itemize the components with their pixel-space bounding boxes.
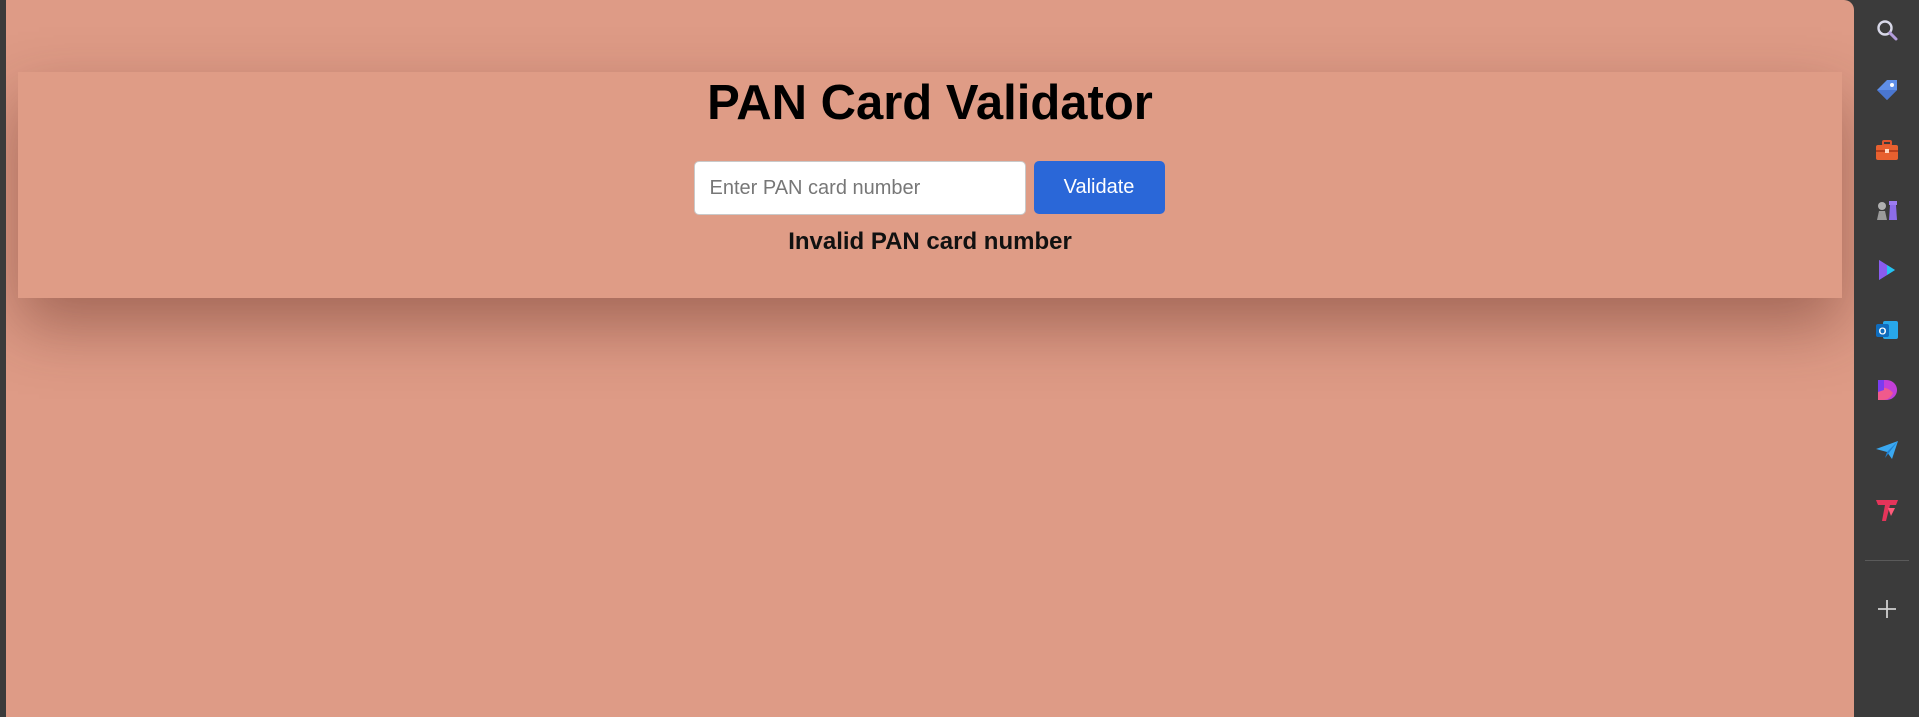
validator-panel: PAN Card Validator Validate Invalid PAN …	[18, 72, 1842, 298]
outlook-icon[interactable]: O	[1872, 315, 1902, 345]
edge-sidebar: O	[1855, 0, 1919, 717]
copilot-icon[interactable]	[1872, 255, 1902, 285]
sidebar-divider	[1865, 560, 1909, 561]
tag-icon[interactable]	[1872, 75, 1902, 105]
t-logo-icon[interactable]	[1872, 495, 1902, 525]
add-icon[interactable]	[1872, 594, 1902, 624]
validator-form: Validate	[18, 161, 1842, 215]
validate-button[interactable]: Validate	[1033, 161, 1165, 214]
pan-input[interactable]	[693, 161, 1026, 215]
page-title: PAN Card Validator	[707, 76, 1153, 130]
send-icon[interactable]	[1872, 435, 1902, 465]
svg-text:O: O	[1879, 327, 1887, 338]
designer-icon[interactable]	[1872, 375, 1902, 405]
chess-pieces-icon[interactable]	[1872, 195, 1902, 225]
search-icon[interactable]	[1872, 15, 1902, 45]
browser-viewport: PAN Card Validator Validate Invalid PAN …	[6, 0, 1854, 717]
result-message: Invalid PAN card number	[788, 228, 1072, 255]
toolbox-icon[interactable]	[1872, 135, 1902, 165]
